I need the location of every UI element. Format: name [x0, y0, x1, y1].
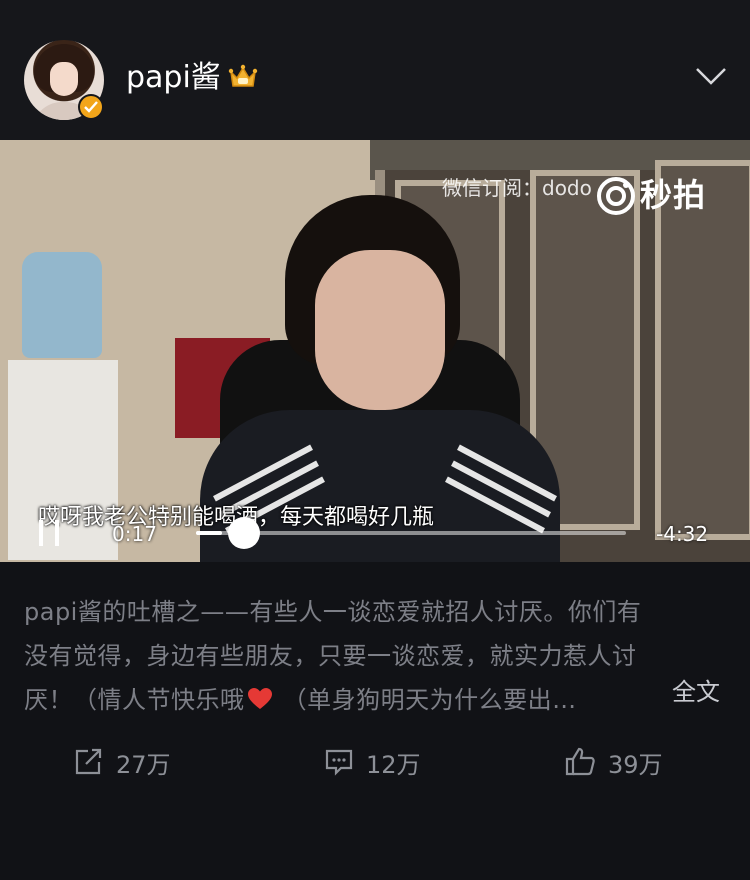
post-header: papi酱 — [0, 0, 750, 140]
like-count: 39万 — [608, 750, 663, 779]
watermark-text: 微信订阅：dodo — [442, 176, 592, 200]
progress-bar[interactable] — [196, 517, 626, 549]
comment-button[interactable]: 12万 — [324, 740, 421, 784]
comment-count: 12万 — [366, 750, 421, 779]
person-face — [315, 250, 445, 410]
logo-text: 秒拍 — [640, 176, 707, 214]
share-count: 27万 — [116, 750, 171, 779]
description-text: 厌！（情人节快乐哦 — [24, 686, 245, 714]
share-button[interactable]: 27万 — [74, 740, 171, 784]
like-button[interactable]: 39万 — [564, 740, 663, 784]
camera-logo-icon — [597, 177, 635, 215]
action-bar: 27万 12万 39万 — [0, 720, 750, 804]
share-icon — [75, 748, 102, 775]
verified-badge-icon — [78, 94, 104, 120]
description-text: （单身狗明天为什么要出… — [274, 686, 577, 714]
chevron-down-icon[interactable] — [694, 62, 728, 90]
progress-handle[interactable] — [227, 517, 260, 549]
description-line-3: 厌！（情人节快乐哦 （单身狗明天为什么要出… — [24, 678, 728, 722]
remaining-time: -4:32 — [656, 522, 709, 546]
post-description[interactable]: papi酱的吐槽之——有些人一谈恋爱就招人讨厌。你们有 没有觉得，身边有些朋友，… — [24, 590, 728, 722]
bottom-area — [0, 804, 750, 880]
description-line: 没有觉得，身边有些朋友，只要一谈恋爱，就实力惹人讨 — [24, 642, 637, 670]
read-more-link[interactable]: 全文 — [672, 674, 720, 710]
heart-emoji-icon — [247, 688, 272, 709]
comment-icon — [325, 749, 353, 776]
current-time: 0:17 — [112, 522, 157, 546]
vip-crown-icon — [228, 64, 258, 87]
video-player[interactable]: 微信订阅：dodo 秒拍 哎呀我老公特别能喝酒，每天都喝好几瓶 0:17 -4:… — [0, 140, 750, 562]
progress-fill — [196, 531, 222, 535]
description-line: papi酱的吐槽之——有些人一谈恋爱就招人讨厌。你们有 — [24, 598, 642, 626]
water-bottle — [22, 252, 102, 358]
username[interactable]: papi酱 — [126, 58, 221, 98]
miaopai-logo: 秒拍 — [596, 174, 726, 218]
thumbs-up-icon — [565, 747, 595, 776]
pause-icon[interactable] — [36, 518, 62, 548]
avatar-face — [50, 62, 78, 96]
